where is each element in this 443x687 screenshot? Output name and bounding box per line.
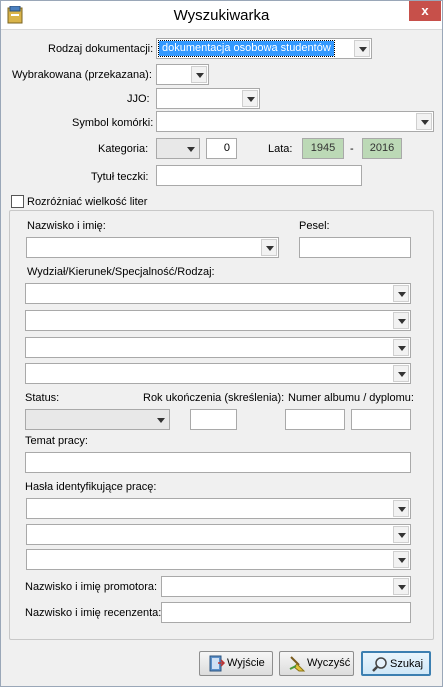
status-select[interactable] [25, 409, 170, 430]
search-button-label: Szukaj [390, 658, 424, 670]
temat-input[interactable] [25, 452, 411, 473]
search-button[interactable]: Szukaj [361, 651, 431, 676]
nazwisko-label: Nazwisko i imię: [27, 220, 106, 232]
broom-icon [289, 656, 306, 672]
chevron-down-icon[interactable] [182, 140, 198, 157]
chevron-down-icon[interactable] [393, 312, 409, 329]
kategoria-select[interactable] [156, 138, 200, 159]
rodzaj-label: Rodzaj dokumentacji: [48, 43, 154, 55]
rodzaj-select[interactable]: dokumentacja osobowa studentów [156, 38, 372, 59]
pesel-label: Pesel: [299, 220, 330, 232]
kategoria-label: Kategoria: [98, 143, 149, 155]
chevron-down-icon[interactable] [393, 339, 409, 356]
lata-to-field[interactable]: 2016 [362, 138, 402, 159]
chevron-down-icon[interactable] [393, 551, 409, 568]
lata-label: Lata: [268, 143, 293, 155]
tytul-label: Tytuł teczki: [91, 171, 149, 183]
title-bar: Wyszukiwarka x [1, 1, 442, 29]
jjo-label: JJO: [127, 93, 150, 105]
temat-label: Temat pracy: [25, 435, 88, 447]
jjo-select[interactable] [156, 88, 260, 109]
clear-button-label: Wyczyść [307, 657, 351, 669]
rodzaj-value: dokumentacja osobowa studentów [158, 40, 335, 57]
chevron-down-icon[interactable] [261, 239, 277, 256]
chevron-down-icon[interactable] [191, 66, 207, 83]
wydzial-select-1[interactable] [25, 283, 411, 304]
search-icon [372, 657, 387, 672]
window-title: Wyszukiwarka [173, 7, 270, 24]
promotor-select[interactable] [161, 576, 411, 597]
exit-button-label: Wyjście [227, 657, 265, 669]
dyplom-input[interactable] [351, 409, 411, 430]
chevron-down-icon[interactable] [393, 365, 409, 382]
rodzaj-studiow-select[interactable] [25, 363, 411, 384]
case-sensitive-checkbox[interactable] [11, 195, 24, 208]
rok-label: Rok ukończenia (skreślenia): [143, 392, 285, 404]
chevron-down-icon[interactable] [393, 285, 409, 302]
chevron-down-icon[interactable] [354, 40, 370, 57]
hasla-select-2[interactable] [26, 524, 411, 545]
search-window: Wyszukiwarka x Rodzaj dokumentacji: doku… [0, 0, 443, 687]
case-sensitive-label: Rozróżniać wielkość liter [27, 196, 148, 208]
promotor-label: Nazwisko i imię promotora: [25, 581, 158, 593]
symbol-label: Symbol komórki: [72, 117, 154, 129]
hasla-select-3[interactable] [26, 549, 411, 570]
chevron-down-icon[interactable] [393, 500, 409, 517]
status-label: Status: [25, 392, 60, 404]
chevron-down-icon[interactable] [242, 90, 258, 107]
wydzial-label: Wydział/Kierunek/Specjalność/Rodzaj: [27, 266, 215, 278]
album-input[interactable] [285, 409, 345, 430]
album-label: Numer albumu / dyplomu: [288, 392, 414, 404]
rok-input[interactable] [190, 409, 237, 430]
symbol-select[interactable] [156, 111, 434, 132]
chevron-down-icon[interactable] [393, 578, 409, 595]
hasla-select-1[interactable] [26, 498, 411, 519]
frame-divider [1, 29, 442, 30]
kategoria-number[interactable]: 0 [206, 138, 237, 159]
exit-door-icon [209, 655, 226, 672]
kierunek-select[interactable] [25, 310, 411, 331]
chevron-down-icon[interactable] [393, 526, 409, 543]
wybrakowana-label: Wybrakowana (przekazana): [12, 69, 152, 81]
lata-dash: - [350, 143, 354, 155]
wybrakowana-select[interactable] [156, 64, 209, 85]
tytul-input[interactable] [156, 165, 362, 186]
recenzent-input[interactable] [161, 602, 411, 623]
chevron-down-icon[interactable] [152, 411, 168, 428]
chevron-down-icon[interactable] [416, 113, 432, 130]
specjalnosc-select[interactable] [25, 337, 411, 358]
lata-from-field[interactable]: 1945 [302, 138, 344, 159]
pesel-input[interactable] [299, 237, 411, 258]
nazwisko-select[interactable] [26, 237, 279, 258]
close-button[interactable]: x [409, 1, 441, 21]
recenzent-label: Nazwisko i imię recenzenta: [25, 607, 162, 619]
hasla-label: Hasła identyfikujące pracę: [25, 481, 157, 493]
clear-button[interactable]: Wyczyść [279, 651, 354, 676]
exit-button[interactable]: Wyjście [199, 651, 273, 676]
